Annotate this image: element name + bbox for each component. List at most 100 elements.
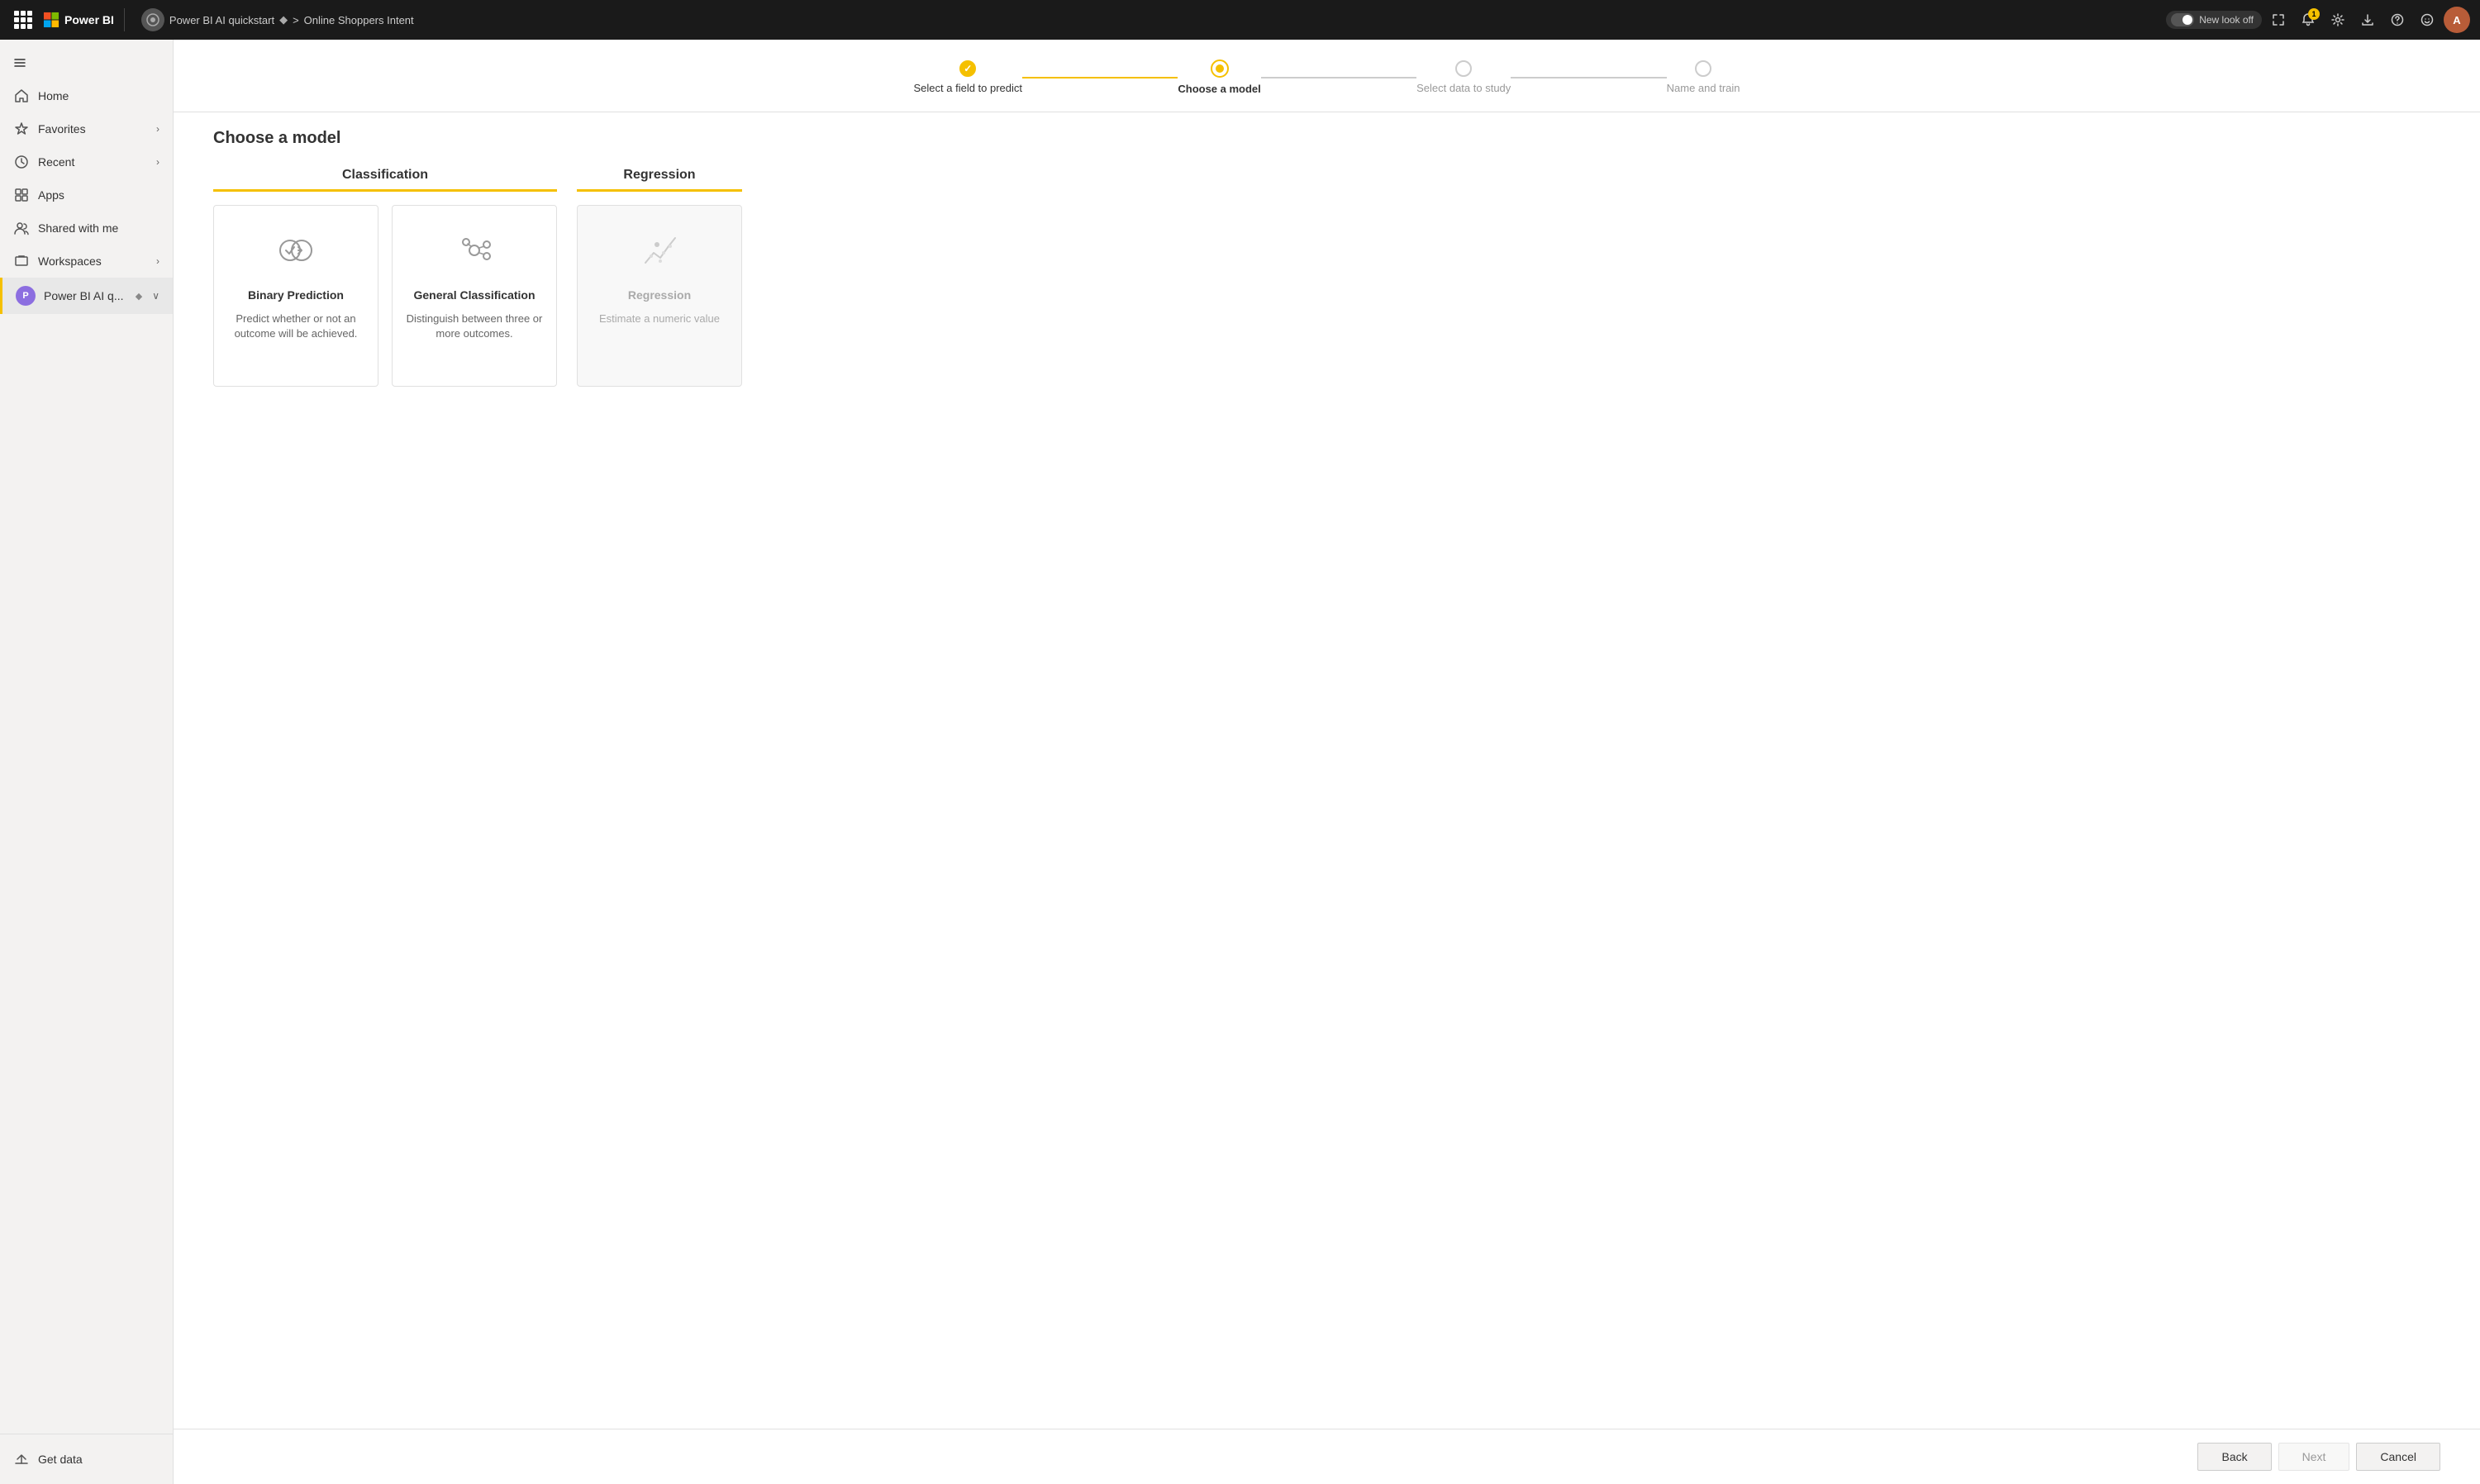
- step-dot-2: [1216, 64, 1224, 73]
- general-classification-title: General Classification: [413, 288, 535, 302]
- wizard-header: ✓ Select a field to predict Choose a mod…: [174, 40, 2480, 112]
- breadcrumb-page: Online Shoppers Intent: [304, 14, 414, 26]
- microsoft-icon: [43, 12, 60, 28]
- next-button[interactable]: Next: [2278, 1443, 2350, 1471]
- step-choose-model: Choose a model: [1178, 59, 1260, 95]
- workspace-label: Power BI AI quickstart: [169, 14, 274, 26]
- binary-prediction-icon: [271, 226, 321, 275]
- step-label-3: Select data to study: [1416, 82, 1511, 94]
- step-select-field: ✓ Select a field to predict: [914, 60, 1023, 94]
- page-title: Choose a model: [174, 112, 2480, 148]
- sidebar-item-recent[interactable]: Recent ›: [0, 145, 173, 178]
- powerbi-ai-label: Power BI AI q...: [44, 289, 127, 302]
- home-label: Home: [38, 89, 159, 102]
- star-icon: [13, 121, 30, 137]
- categories-row: Classification: [213, 168, 2440, 387]
- content-area: ✓ Select a field to predict Choose a mod…: [174, 40, 2480, 1484]
- help-button[interactable]: [2384, 7, 2411, 33]
- step-label-1: Select a field to predict: [914, 82, 1023, 94]
- smiley-icon: [2420, 13, 2434, 26]
- settings-button[interactable]: [2325, 7, 2351, 33]
- general-classification-desc: Distinguish between three or more outcom…: [406, 312, 543, 341]
- help-icon: [2391, 13, 2404, 26]
- expand-icon: [2272, 13, 2285, 26]
- sidebar-nav: Home Favorites › Recent: [0, 79, 173, 1434]
- sidebar-item-apps[interactable]: Apps: [0, 178, 173, 212]
- feedback-button[interactable]: [2414, 7, 2440, 33]
- waffle-menu-button[interactable]: [10, 7, 36, 33]
- sidebar-toggle-button[interactable]: [7, 50, 33, 76]
- toggle-label: New look off: [2199, 14, 2254, 26]
- notifications-button[interactable]: 1: [2295, 7, 2321, 33]
- chevron-right-icon2: ›: [156, 156, 159, 168]
- chevron-down-icon: ∨: [152, 290, 159, 302]
- notification-badge: 1: [2308, 8, 2320, 20]
- sidebar-item-powerbi-ai[interactable]: P Power BI AI q... ◆ ∨: [0, 278, 173, 314]
- step-circle-3: [1455, 60, 1472, 77]
- binary-prediction-title: Binary Prediction: [248, 288, 344, 302]
- sidebar-item-shared[interactable]: Shared with me: [0, 212, 173, 245]
- steps-row: ✓ Select a field to predict Choose a mod…: [914, 59, 1740, 95]
- model-area: Classification: [174, 148, 2480, 808]
- step-circle-4: [1695, 60, 1711, 77]
- apps-grid-icon: [13, 187, 30, 203]
- breadcrumb: Power BI AI quickstart ◆ > Online Shoppe…: [141, 8, 414, 31]
- breadcrumb-diamond-icon: ◆: [279, 13, 288, 26]
- gear-icon: [2331, 13, 2344, 26]
- step-select-data: Select data to study: [1416, 60, 1511, 94]
- regression-header: Regression: [577, 168, 742, 192]
- chevron-right-icon: ›: [156, 123, 159, 135]
- download-button[interactable]: [2354, 7, 2381, 33]
- topbar-divider: [124, 8, 125, 31]
- topbar-actions: New look off 1: [2166, 7, 2470, 33]
- sidebar-item-workspaces[interactable]: Workspaces ›: [0, 245, 173, 278]
- regression-section: Regression: [577, 168, 742, 387]
- workspace-icon: [141, 8, 164, 31]
- home-icon: [13, 88, 30, 104]
- workspaces-label: Workspaces: [38, 254, 148, 268]
- get-data-item[interactable]: Get data: [13, 1444, 159, 1474]
- hamburger-icon: [13, 56, 26, 69]
- regression-icon: [635, 226, 684, 275]
- regression-desc: Estimate a numeric value: [599, 312, 720, 326]
- back-button[interactable]: Back: [2197, 1443, 2271, 1471]
- regression-title: Regression: [628, 288, 691, 302]
- favorites-label: Favorites: [38, 122, 148, 136]
- people-icon: [13, 220, 30, 236]
- get-data-label: Get data: [38, 1453, 83, 1466]
- general-classification-card[interactable]: General Classification Distinguish betwe…: [392, 205, 557, 387]
- binary-prediction-card[interactable]: Binary Prediction Predict whether or not…: [213, 205, 378, 387]
- cancel-button[interactable]: Cancel: [2356, 1443, 2440, 1471]
- waffle-icon: [14, 11, 32, 29]
- toggle-pill: [2171, 13, 2194, 26]
- sidebar-bottom: Get data: [0, 1434, 173, 1484]
- new-look-toggle[interactable]: New look off: [2166, 11, 2262, 29]
- diamond-icon: ◆: [136, 291, 142, 302]
- step-label-4: Name and train: [1667, 82, 1740, 94]
- footer-bar: Back Next Cancel: [174, 1429, 2480, 1484]
- wizard-steps: ✓ Select a field to predict Choose a mod…: [213, 59, 2440, 112]
- breadcrumb-separator: >: [293, 14, 299, 26]
- microsoft-logo[interactable]: Power BI: [43, 12, 114, 28]
- step-label-2: Choose a model: [1178, 83, 1260, 95]
- classification-header: Classification: [213, 168, 557, 192]
- app-name-label: Power BI: [64, 13, 114, 26]
- chevron-right-icon3: ›: [156, 255, 159, 267]
- recent-label: Recent: [38, 155, 148, 169]
- expand-button[interactable]: [2265, 7, 2292, 33]
- step-circle-1: ✓: [959, 60, 976, 77]
- general-classification-icon: [450, 226, 499, 275]
- regression-card: Regression Estimate a numeric value: [577, 205, 742, 387]
- classification-cards: Binary Prediction Predict whether or not…: [213, 205, 557, 387]
- classification-section: Classification: [213, 168, 557, 387]
- sidebar-item-favorites[interactable]: Favorites ›: [0, 112, 173, 145]
- sidebar-item-home[interactable]: Home: [0, 79, 173, 112]
- regression-cards: Regression Estimate a numeric value: [577, 205, 742, 387]
- step-name-train: Name and train: [1667, 60, 1740, 94]
- get-data-icon: [13, 1451, 30, 1467]
- topbar: Power BI Power BI AI quickstart ◆ > Onli…: [0, 0, 2480, 40]
- workspace-badge: P: [16, 286, 36, 306]
- user-avatar[interactable]: A: [2444, 7, 2470, 33]
- shared-label: Shared with me: [38, 221, 159, 235]
- clock-icon: [13, 154, 30, 170]
